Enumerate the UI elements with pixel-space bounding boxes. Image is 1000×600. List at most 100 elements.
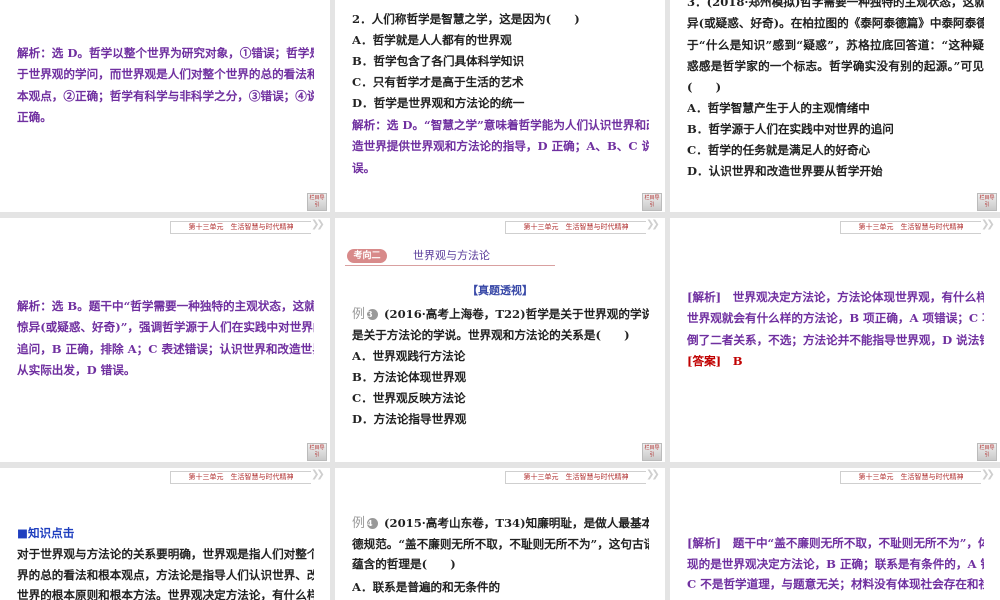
slide-page: 第十三单元 生活智慧与时代精神 ❯❯ 考向二 世界观与方法论 【真题透视】例 3 (2016…	[335, 218, 665, 462]
text-line: 德规范。“盖不廉则无所不取，不耻则无所不为”，这句古语	[352, 536, 649, 551]
column-nav-button[interactable]: 栏目导引	[307, 443, 327, 461]
paragraph: 3．(2018·郑州模拟)哲学需要一种独特的主观状态，这就是惊异(或疑惑、好奇)…	[687, 0, 984, 98]
text-line: 3．(2018·郑州模拟)哲学需要一种独特的主观状态，这就是惊	[687, 0, 984, 9]
text-line: D．认识世界和改造世界要从哲学开始	[687, 164, 883, 178]
paragraph: B．哲学包含了各门具体科学知识	[352, 51, 649, 72]
text-line: 蕴含的哲理是( )	[352, 557, 456, 571]
text-line: B．方法论体现世界观	[352, 370, 467, 384]
paragraph: D．认识世界和改造世界要从哲学开始	[687, 161, 984, 182]
text-line: 解析：选 B。题干中“哲学需要一种独特的主观状态，这就是	[17, 299, 314, 313]
paragraph: [解析] 世界观决定方法论，方法论体现世界观，有什么样的 世界观就会有什么样的方法…	[687, 287, 984, 351]
text-line-content: (2016·高考上海卷，T22)哲学是关于世界观的学说，也	[384, 307, 649, 321]
section-title: 世界观与方法论	[413, 249, 490, 262]
section-heading: 考向二 世界观与方法论	[345, 247, 555, 266]
text-line: 追问，B 正确，排除 A；C 表述错误；认识世界和改造世界要	[17, 341, 314, 356]
slide-thumbnail[interactable]: 第十三单元 生活智慧与时代精神 ❯❯ 例 4 (2015·高考山东卷，T34)知廉明耻，…	[335, 468, 665, 600]
column-nav-button[interactable]: 栏目导引	[977, 193, 997, 211]
column-nav-button[interactable]: 栏目导引	[977, 443, 997, 461]
unit-header-tag: 第十三单元 生活智慧与时代精神	[170, 221, 311, 234]
column-nav-button[interactable]: 栏目导引	[307, 193, 327, 211]
text-line: 解析：选 D。“智慧之学”意味着哲学能为人们认识世界和改	[352, 118, 649, 132]
slide-thumbnail[interactable]: 第十三单元 生活智慧与时代精神 ❯❯ [解析] 题干中“盖不廉则无所不取，不耻则无所…	[670, 468, 1000, 600]
paragraph: A．世界观践行方法论	[352, 346, 649, 367]
text-line: 异(或疑惑、好奇)。在柏拉图的《泰阿泰德篇》中泰阿泰德对	[687, 16, 984, 31]
paragraph: D．哲学是世界观和方法论的统一	[352, 93, 649, 114]
text-line: B．哲学源于人们在实践中对世界的追问	[687, 122, 894, 136]
text-line: 世界观就会有什么样的方法论，B 项正确，A 项错误；C 项颠	[687, 311, 984, 326]
text-line: 造世界提供世界观和方法论的指导，D 正确；A、B、C 说法错	[352, 139, 649, 154]
text-line-content: (2015·高考山东卷，T34)知廉明耻，是做人最基本的道	[384, 516, 649, 530]
subsection-title: 【真题透视】	[467, 284, 533, 297]
text-line: C 不是哲学道理，与题意无关；材料没有体现社会存在和社会	[687, 577, 984, 591]
column-nav-button[interactable]: 栏目导引	[642, 193, 662, 211]
text-line: B．哲学包含了各门具体科学知识	[352, 54, 525, 68]
example-number-badge: 3	[367, 309, 379, 320]
paragraph: C．世界观反映方法论	[352, 388, 649, 409]
chevron-right-icon: ❯❯	[311, 219, 325, 230]
paragraph: B．哲学源于人们在实践中对世界的追问	[687, 119, 984, 140]
slide-page: 解析：选 D。哲学以整个世界为研究对象，①错误；哲学是关 于世界观的学问，而世界观…	[0, 0, 330, 212]
unit-header-tag: 第十三单元 生活智慧与时代精神	[505, 221, 646, 234]
slide-thumbnail[interactable]: 第十三单元 生活智慧与时代精神 ❯❯ 解析：选 B。题干中“哲学需要一种独特的主观状…	[0, 218, 330, 462]
paragraph: 对于世界观与方法论的关系要明确，世界观是指人们对整个世 界的总的看法和根本观点，方…	[17, 544, 314, 600]
section-tag: 考向二	[347, 249, 387, 263]
slide-thumbnail[interactable]: 解析：选 D。哲学以整个世界为研究对象，①错误；哲学是关 于世界观的学问，而世界观…	[0, 0, 330, 212]
paragraph: 解析：选 B。题干中“哲学需要一种独特的主观状态，这就是 惊异(或疑惑、好奇)”，…	[17, 296, 314, 381]
paragraph: [答案] B	[687, 351, 984, 372]
text-line: 2．人们称哲学是智慧之学，这是因为( )	[352, 12, 580, 26]
text-line: [解析] 题干中“盖不廉则无所不取，不耻则无所不为”，体	[687, 536, 984, 550]
text-line: A．哲学就是人人都有的世界观	[352, 33, 512, 47]
text-line: 惊异(或疑惑、好奇)”，强调哲学源于人们在实践中对世界的	[17, 320, 314, 335]
slide-thumbnail[interactable]: 第十三单元 生活智慧与时代精神 ❯❯ ■知识点击对于世界观与方法论的关系要明确，世界…	[0, 468, 330, 600]
column-nav-button[interactable]: 栏目导引	[642, 443, 662, 461]
text-line: 于世界观的学问，而世界观是人们对整个世界的总的看法和根	[17, 67, 314, 82]
text-line: 界的总的看法和根本观点，方法论是指导人们认识世界、改造	[17, 567, 314, 582]
text-line: 惑感是哲学家的一个标志。哲学确实没有别的起源。”可见	[687, 58, 984, 73]
text-line: 从实际出发，D 错误。	[17, 362, 136, 377]
text-line: C．世界观反映方法论	[352, 391, 466, 405]
example-label: 例	[352, 516, 366, 531]
paragraph: B．方法论体现世界观	[352, 367, 649, 388]
slide-page: 2．人们称哲学是智慧之学，这是因为( ) A．哲学就是人人都有的世界观 B．哲学包含…	[335, 0, 665, 212]
text-line: 正确。	[17, 109, 52, 124]
text-line: ■知识点击	[17, 526, 75, 540]
paragraph: A．哲学就是人人都有的世界观	[352, 30, 649, 51]
paragraph: C．哲学的任务就是满足人的好奇心	[687, 140, 984, 161]
chevron-right-icon: ❯❯	[311, 469, 325, 480]
example-label: 例	[352, 307, 366, 322]
text-line: D．方法论指导世界观	[352, 412, 467, 426]
text-line: 例 3 (2016·高考上海卷，T22)哲学是关于世界观的学说，也	[352, 304, 649, 325]
text-line: 误。	[352, 160, 376, 175]
slide-page: 第十三单元 生活智慧与时代精神 ❯❯ [解析] 世界观决定方法论，方法论体现世界观，…	[670, 218, 1000, 462]
paragraph: [解析] 题干中“盖不廉则无所不取，不耻则无所不为”，体 现的是世界观决定方法论，…	[687, 533, 984, 595]
paragraph: A．联系是普遍的和无条件的	[352, 577, 649, 598]
slide-thumbnail[interactable]: 2．人们称哲学是智慧之学，这是因为( ) A．哲学就是人人都有的世界观 B．哲学包含…	[335, 0, 665, 212]
chevron-right-icon: ❯❯	[981, 219, 995, 230]
text-line: 世界的根本原则和根本方法。世界观决定方法论，有什么样的	[17, 588, 314, 600]
text-line: C．哲学的任务就是满足人的好奇心	[687, 143, 871, 157]
paragraph: ■知识点击	[17, 523, 314, 544]
slide-page: 第十三单元 生活智慧与时代精神 ❯❯ 解析：选 B。题干中“哲学需要一种独特的主观状…	[0, 218, 330, 462]
paragraph: D．方法论指导世界观	[352, 409, 649, 430]
text-line: 解析：选 D。哲学以整个世界为研究对象，①错误；哲学是关	[17, 46, 314, 60]
text-line: 是关于方法论的学说。世界观和方法论的关系是( )	[352, 328, 630, 343]
paragraph: A．哲学智慧产生于人的主观情绪中	[687, 98, 984, 119]
unit-header-tag: 第十三单元 生活智慧与时代精神	[170, 471, 311, 484]
text-line: [解析] 世界观决定方法论，方法论体现世界观，有什么样的	[687, 290, 984, 304]
text-line: A．联系是普遍的和无条件的	[352, 580, 501, 594]
text-line: 对于世界观与方法论的关系要明确，世界观是指人们对整个世	[17, 547, 314, 561]
text-line: 现的是世界观决定方法论，B 正确；联系是有条件的，A 错误；	[687, 556, 984, 571]
slide-thumbnail[interactable]: 第十三单元 生活智慧与时代精神 ❯❯ 考向二 世界观与方法论 【真题透视】例 3 (2016…	[335, 218, 665, 462]
text-line: [答案] B	[687, 354, 743, 368]
text-line: ( )	[687, 80, 722, 95]
example-number-badge: 4	[367, 518, 379, 529]
slide-thumbnail[interactable]: 第十三单元 生活智慧与时代精神 ❯❯ [解析] 世界观决定方法论，方法论体现世界观，…	[670, 218, 1000, 462]
slide-thumbnail[interactable]: 3．(2018·郑州模拟)哲学需要一种独特的主观状态，这就是惊异(或疑惑、好奇)…	[670, 0, 1000, 212]
chevron-right-icon: ❯❯	[981, 469, 995, 480]
unit-header-tag: 第十三单元 生活智慧与时代精神	[840, 471, 981, 484]
slide-page: 第十三单元 生活智慧与时代精神 ❯❯ ■知识点击对于世界观与方法论的关系要明确，世界…	[0, 468, 330, 600]
paragraph: 例 4 (2015·高考山东卷，T34)知廉明耻，是做人最基本的道德规范。“盖不廉则…	[352, 513, 649, 575]
paragraph: 解析：选 D。哲学以整个世界为研究对象，①错误；哲学是关 于世界观的学问，而世界观…	[17, 43, 314, 128]
text-line: D．哲学是世界观和方法论的统一	[352, 96, 525, 110]
text-line: A．世界观践行方法论	[352, 349, 466, 363]
